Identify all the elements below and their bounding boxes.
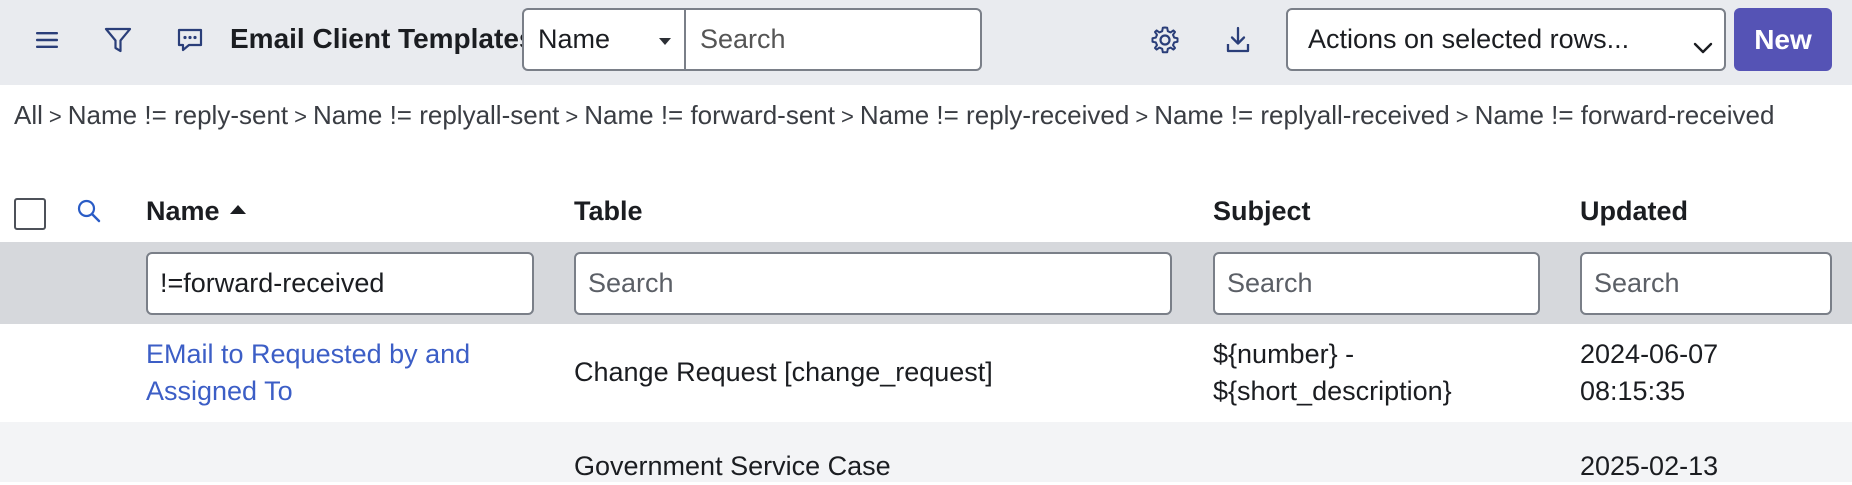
gear-icon[interactable] — [1145, 20, 1185, 60]
caret-down-icon — [659, 38, 671, 45]
row-table-cell: Government Service Case — [574, 451, 891, 481]
column-filter-row: !=forward-received Search Search Search — [0, 242, 1852, 324]
row-name-line: Assigned To — [146, 376, 293, 406]
breadcrumb-separator: > — [840, 104, 854, 129]
select-all-checkbox[interactable] — [14, 198, 46, 230]
actions-label: Actions on selected rows... — [1308, 24, 1630, 54]
breadcrumb: All > Name != reply-sent > Name != replyall-… — [14, 98, 1844, 134]
column-header-subject[interactable]: Subject — [1213, 196, 1311, 227]
sort-ascending-icon — [229, 205, 246, 215]
name-filter-input[interactable]: !=forward-received — [146, 252, 534, 315]
chevron-down-icon — [1692, 32, 1714, 63]
search-icon[interactable] — [75, 197, 103, 230]
page-title: Email Client Templates — [230, 23, 535, 54]
updated-filter-placeholder: Search — [1594, 268, 1680, 298]
row-subject-cell: ${number} - ${short_description} — [1213, 336, 1452, 410]
updated-filter-input[interactable]: Search — [1580, 252, 1832, 315]
column-header-row: Name Table Subject Updated — [0, 178, 1852, 242]
row-table-cell: Change Request [change_request] — [574, 357, 993, 387]
column-header-table[interactable]: Table — [574, 196, 643, 227]
subject-filter-placeholder: Search — [1227, 268, 1313, 298]
breadcrumb-item[interactable]: Name != reply-sent — [68, 100, 288, 130]
breadcrumb-separator: > — [1135, 104, 1149, 129]
breadcrumb-item[interactable]: Name != replyall-sent — [313, 100, 559, 130]
menu-icon[interactable] — [27, 20, 67, 60]
breadcrumb-separator: > — [1455, 104, 1469, 129]
comment-icon[interactable] — [170, 20, 210, 60]
list-header: Email Client Templates Name Search Actio… — [0, 0, 1852, 85]
row-updated-line: 2024-06-07 — [1580, 339, 1719, 369]
row-name-line: EMail to Requested by and — [146, 339, 471, 369]
row-name-link[interactable]: EMail to Requested by and Assigned To — [146, 336, 556, 410]
search-field-select[interactable]: Name — [522, 8, 685, 71]
filter-icon[interactable] — [98, 20, 138, 60]
table-row[interactable]: EMail to Requested by and Assigned To Ch… — [0, 324, 1852, 422]
table-filter-input[interactable]: Search — [574, 252, 1172, 315]
breadcrumb-item[interactable]: Name != forward-received — [1475, 100, 1775, 130]
column-header-updated[interactable]: Updated — [1580, 196, 1688, 227]
column-header-name-label: Name — [146, 196, 220, 226]
column-header-name[interactable]: Name — [146, 196, 246, 227]
download-icon[interactable] — [1218, 20, 1258, 60]
breadcrumb-item[interactable]: Name != forward-sent — [584, 100, 835, 130]
breadcrumb-separator: > — [565, 104, 579, 129]
search-input[interactable]: Search — [684, 8, 982, 71]
row-updated-cell: 2024-06-07 08:15:35 — [1580, 336, 1718, 410]
row-subject-line: ${short_description} — [1213, 376, 1452, 406]
table-filter-placeholder: Search — [588, 268, 674, 298]
breadcrumb-item[interactable]: All — [14, 100, 43, 130]
breadcrumb-separator: > — [48, 104, 62, 129]
actions-select[interactable]: Actions on selected rows... — [1286, 8, 1726, 71]
row-subject-line: ${number} - — [1213, 339, 1355, 369]
subject-filter-input[interactable]: Search — [1213, 252, 1540, 315]
breadcrumb-item[interactable]: Name != replyall-received — [1154, 100, 1450, 130]
name-filter-value: !=forward-received — [160, 268, 385, 298]
breadcrumb-item[interactable]: Name != reply-received — [860, 100, 1130, 130]
new-button[interactable]: New — [1734, 8, 1832, 71]
search-field-value: Name — [538, 24, 611, 54]
table-row[interactable]: Government Service Case 2025-02-13 — [0, 422, 1852, 482]
breadcrumb-separator: > — [294, 104, 307, 129]
row-updated-cell: 2025-02-13 — [1580, 451, 1719, 481]
row-updated-line: 08:15:35 — [1580, 376, 1686, 406]
search-placeholder: Search — [700, 24, 786, 54]
